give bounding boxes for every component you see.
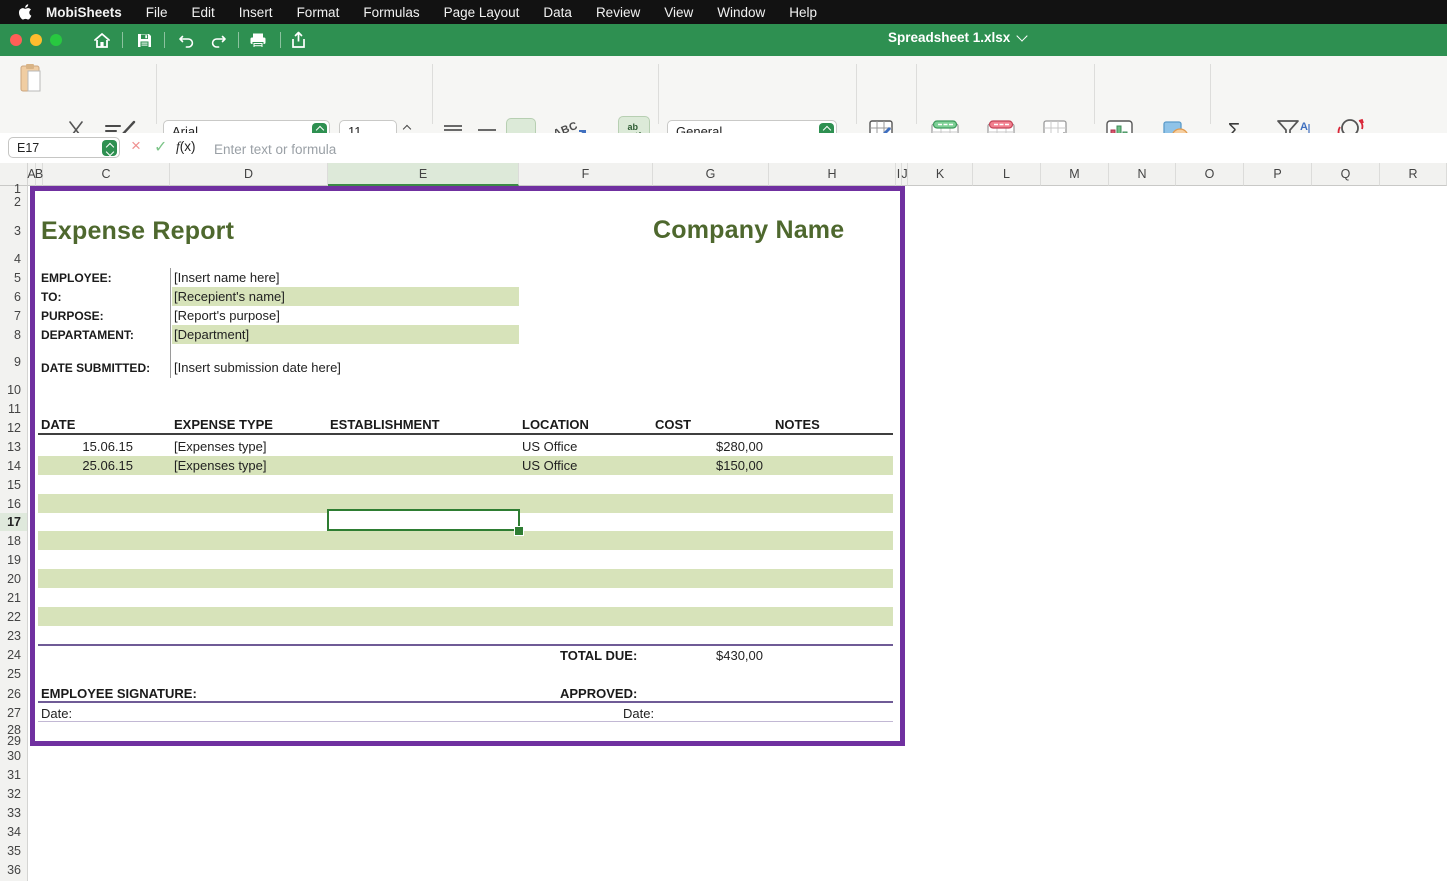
fill-handle[interactable] — [514, 526, 524, 536]
used-range-border — [30, 186, 905, 746]
mobisheets-window: { "menu_bar": { "items": ["MobiSheets","… — [0, 0, 1447, 881]
active-cell-E17[interactable] — [327, 509, 520, 531]
sheet-canvas[interactable]: Expense Report Company Name EMPLOYEE:[In… — [0, 0, 1447, 881]
